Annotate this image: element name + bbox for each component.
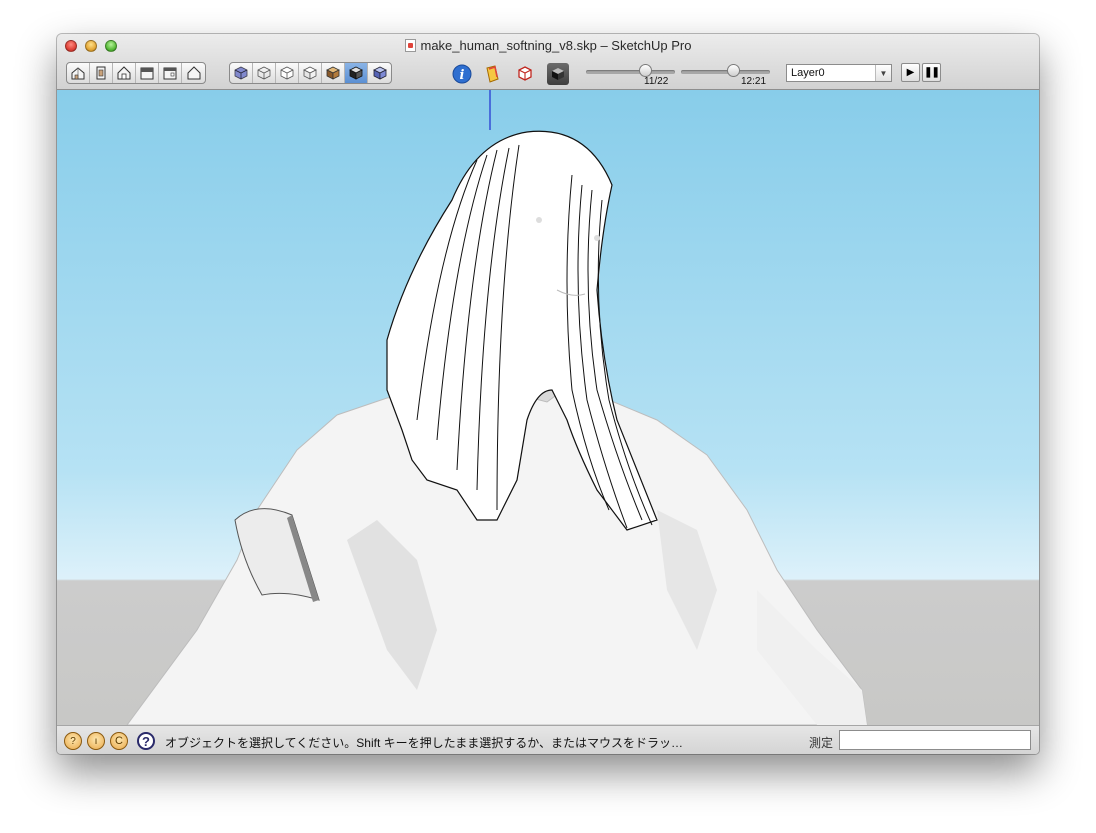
credits-button[interactable]: ı: [87, 732, 105, 750]
back-view-button[interactable]: [159, 63, 182, 83]
measurements-label: 測定: [809, 736, 834, 750]
style-toolbar: [229, 62, 392, 84]
wireframe-style-button[interactable]: [253, 63, 276, 83]
back-view-icon: [163, 67, 177, 80]
left-eye: [536, 217, 542, 223]
monochrome-style-button[interactable]: [345, 63, 368, 83]
iso-house-icon: [71, 67, 85, 80]
lightbulb-icon: ?: [70, 735, 76, 747]
time-slider-track: [681, 70, 770, 74]
pause-icon: ❚❚: [924, 67, 940, 78]
status-message: オブジェクトを選択してください。Shift キーを押したまま選択するか、またはマ…: [165, 736, 684, 750]
svg-text:i: i: [460, 68, 465, 83]
front-view-button[interactable]: [113, 63, 136, 83]
styles-button[interactable]: [547, 63, 569, 85]
time-slider-knob[interactable]: [727, 64, 740, 77]
measurements-input[interactable]: [839, 730, 1031, 750]
layer-select-value: Layer0: [791, 67, 825, 79]
instructor-button[interactable]: ?: [137, 732, 155, 750]
title-bar: make_human_softning_v8.skp – SketchUp Pr…: [57, 34, 1039, 90]
play-button[interactable]: ▶: [901, 63, 920, 82]
time-slider[interactable]: 12:21: [681, 64, 770, 87]
date-slider[interactable]: 11/22: [586, 64, 675, 87]
toolbar: i 11/22 12:21 Layer0 ▼ ▶ ❚❚: [57, 60, 1039, 87]
shaded-style-button[interactable]: [299, 63, 322, 83]
sketchup-window: make_human_softning_v8.skp – SketchUp Pr…: [57, 34, 1039, 754]
left-view-button[interactable]: [182, 63, 205, 83]
info-icon: i: [452, 64, 472, 84]
right-eye: [594, 235, 600, 241]
top-view-icon: [96, 66, 106, 80]
shaded-active-style-button[interactable]: [368, 63, 391, 83]
monochrome-cube-icon: [349, 66, 363, 80]
model-viewport[interactable]: [57, 90, 1039, 725]
xray-cube-icon: [234, 66, 248, 80]
top-view-button[interactable]: [90, 63, 113, 83]
views-toolbar: [66, 62, 206, 84]
shaded-texture-style-button[interactable]: [322, 63, 345, 83]
entity-info-button[interactable]: i: [451, 63, 473, 85]
right-view-button[interactable]: [136, 63, 159, 83]
pause-button[interactable]: ❚❚: [922, 63, 941, 82]
left-view-icon: [187, 66, 200, 80]
hidden-line-style-button[interactable]: [276, 63, 299, 83]
wireframe-cube-icon: [257, 66, 271, 80]
materials-button[interactable]: [482, 63, 504, 85]
status-bar: ? ı C ? オブジェクトを選択してください。Shift キーを押したまま選択…: [57, 725, 1039, 754]
document-icon: [404, 39, 416, 52]
playback-controls: ▶ ❚❚: [901, 63, 941, 82]
play-icon: ▶: [906, 67, 915, 78]
xray-style-button[interactable]: [230, 63, 253, 83]
copyright-button[interactable]: C: [110, 732, 128, 750]
window-title-text: make_human_softning_v8.skp – SketchUp Pr…: [420, 38, 692, 53]
person-icon: ı: [94, 735, 98, 747]
components-icon: [518, 66, 532, 81]
human-model-drawing: [126, 90, 868, 725]
styles-cube-icon: [552, 68, 564, 80]
copyright-icon: C: [115, 735, 123, 747]
window-title: make_human_softning_v8.skp – SketchUp Pr…: [57, 38, 1039, 53]
date-slider-track: [586, 70, 675, 74]
time-slider-value: 12:21: [741, 76, 767, 87]
geo-location-button[interactable]: ?: [64, 732, 82, 750]
right-view-icon: [140, 67, 154, 80]
blue-cube-icon: [372, 66, 387, 80]
help-icon: ?: [142, 733, 150, 749]
iso-view-button[interactable]: [67, 63, 90, 83]
chevron-down-icon: ▼: [875, 65, 891, 81]
shaded-cube-icon: [303, 66, 317, 80]
date-slider-value: 11/22: [644, 76, 669, 87]
front-view-icon: [117, 66, 131, 80]
components-button[interactable]: [514, 63, 536, 85]
materials-icon: [486, 65, 499, 83]
layer-select[interactable]: Layer0 ▼: [786, 64, 892, 82]
textured-cube-icon: [326, 66, 340, 80]
hidden-line-cube-icon: [280, 66, 294, 80]
